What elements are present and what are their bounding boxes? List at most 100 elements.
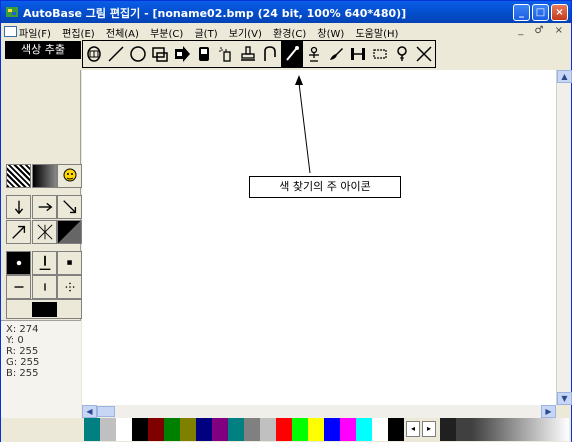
vertical-line-icon	[43, 283, 46, 291]
lasso-icon[interactable]	[259, 41, 281, 67]
minimize-button[interactable]: _	[513, 4, 530, 21]
arrow-diagonal-up-button[interactable]	[6, 220, 31, 244]
palette-swatch[interactable]	[244, 418, 260, 441]
palette-swatch[interactable]	[116, 418, 132, 441]
menu-view[interactable]: 보기(V)	[229, 25, 262, 40]
palette-corner	[1, 418, 82, 442]
person-icon[interactable]	[303, 41, 325, 67]
arrow-diagonal-down-button[interactable]	[57, 195, 82, 219]
palette-swatch[interactable]	[212, 418, 228, 441]
menu-partial[interactable]: 부분(C)	[150, 25, 183, 40]
menu-settings[interactable]: 환경(C)	[273, 25, 306, 40]
palette-swatch[interactable]	[292, 418, 308, 441]
line-icon[interactable]	[105, 41, 127, 67]
menu-file[interactable]: 파일(F)	[19, 25, 51, 40]
menu-help[interactable]: 도움말(H)	[355, 25, 398, 40]
palette-swatch[interactable]	[388, 418, 404, 441]
palette-swatch[interactable]	[324, 418, 340, 441]
spray-icon[interactable]	[215, 41, 237, 67]
cross-brush-button[interactable]	[57, 275, 82, 299]
palette-swatch[interactable]	[456, 418, 472, 441]
color-r: R: 255	[6, 346, 39, 357]
character-icon	[63, 168, 76, 182]
pen-icon	[39, 255, 50, 270]
app-icon	[6, 7, 18, 17]
arrow-right-button[interactable]	[32, 195, 57, 219]
pattern-fill-button[interactable]	[6, 164, 31, 188]
mdi-controls[interactable]: _ ♂ ×	[518, 25, 567, 36]
horizontal-scrollbar[interactable]: ◀ ▶	[82, 405, 556, 418]
palette-swatch[interactable]	[164, 418, 180, 441]
palette-swatch[interactable]	[308, 418, 324, 441]
coord-x: X: 274	[6, 324, 39, 335]
title-bar[interactable]: AutoBase 그림 편집기 - [noname02.bmp (24 bit,…	[1, 1, 571, 23]
menu-all[interactable]: 전체(A)	[106, 25, 139, 40]
palette-prev-button[interactable]: ◂	[406, 421, 420, 437]
palette-swatch[interactable]	[148, 418, 164, 441]
maximize-button[interactable]: □	[532, 4, 549, 21]
marquee-icon[interactable]	[369, 41, 391, 67]
drawing-canvas[interactable]	[82, 70, 556, 405]
color-g: G: 255	[6, 357, 40, 368]
stamp-icon[interactable]	[237, 41, 259, 67]
palette-swatch[interactable]	[132, 418, 148, 441]
square-dot-icon	[66, 260, 72, 265]
cross-dots-icon	[65, 282, 74, 292]
vertical-scrollbar[interactable]: ▲ ▼	[556, 70, 572, 405]
gradient-fill-button[interactable]	[32, 164, 57, 188]
palette-swatch[interactable]	[340, 418, 356, 441]
menu-edit[interactable]: 편집(E)	[62, 25, 95, 40]
menu-text[interactable]: 글(T)	[194, 25, 217, 40]
arrow-down-button[interactable]	[6, 195, 31, 219]
palette-next-button[interactable]: ▸	[422, 421, 436, 437]
tool-strip	[82, 40, 436, 68]
menu-bar: 파일(F) 편집(E) 전체(A) 부분(C) 글(T) 보기(V) 환경(C)…	[1, 23, 571, 40]
pen-button[interactable]	[32, 251, 57, 275]
eyedropper-icon[interactable]	[281, 41, 303, 67]
mask-icon[interactable]	[83, 41, 105, 67]
callout-label: 색 찾기의 주 아이콘	[249, 176, 401, 198]
magnifier-icon[interactable]	[391, 41, 413, 67]
palette-swatch[interactable]	[100, 418, 116, 441]
menu-window[interactable]: 창(W)	[317, 25, 344, 40]
left-tool-panel: X: 274 Y: 0 R: 255 G: 255 B: 255	[1, 70, 82, 418]
palette-swatch[interactable]	[372, 418, 388, 441]
close-button[interactable]: ×	[551, 4, 568, 21]
dot-icon	[16, 260, 21, 266]
arrow-down-icon	[14, 200, 23, 215]
resize-icon[interactable]	[347, 41, 369, 67]
palette-swatch[interactable]	[356, 418, 372, 441]
rect-fill-icon[interactable]	[149, 41, 171, 67]
palette-swatch[interactable]	[84, 418, 100, 441]
brush-icon[interactable]	[325, 41, 347, 67]
palette-swatch[interactable]	[440, 418, 456, 441]
scroll-up-button[interactable]: ▲	[557, 70, 572, 83]
arrow-fill-icon[interactable]	[171, 41, 193, 67]
horizontal-brush-button[interactable]	[6, 275, 31, 299]
mode-label: 색상 추출	[5, 41, 81, 59]
palette-swatch[interactable]	[228, 418, 244, 441]
diagonal-fill-button[interactable]	[57, 220, 82, 244]
scroll-down-button[interactable]: ▼	[557, 392, 572, 405]
palette-gradient[interactable]	[472, 418, 569, 441]
scroll-thumb[interactable]	[97, 406, 115, 417]
current-color-box[interactable]	[6, 299, 82, 319]
arrow-diagonal-down-icon	[62, 200, 76, 214]
palette-swatch[interactable]	[180, 418, 196, 441]
palette-swatch[interactable]	[276, 418, 292, 441]
palette-swatch[interactable]	[260, 418, 276, 441]
vertical-brush-button[interactable]	[32, 275, 57, 299]
scroll-left-button[interactable]: ◀	[82, 405, 97, 418]
arrow-right-icon	[38, 202, 52, 212]
arrow-converge-button[interactable]	[32, 220, 57, 244]
x-icon[interactable]	[413, 41, 435, 67]
scroll-right-button[interactable]: ▶	[541, 405, 556, 418]
round-brush-button[interactable]	[6, 251, 31, 275]
document-icon[interactable]	[4, 26, 17, 37]
phone-icon[interactable]	[193, 41, 215, 67]
square-brush-button[interactable]	[57, 251, 82, 275]
arrow-diagonal-up-icon	[11, 225, 25, 239]
character-fill-button[interactable]	[57, 164, 82, 188]
palette-swatch[interactable]	[196, 418, 212, 441]
circle-icon[interactable]	[127, 41, 149, 67]
